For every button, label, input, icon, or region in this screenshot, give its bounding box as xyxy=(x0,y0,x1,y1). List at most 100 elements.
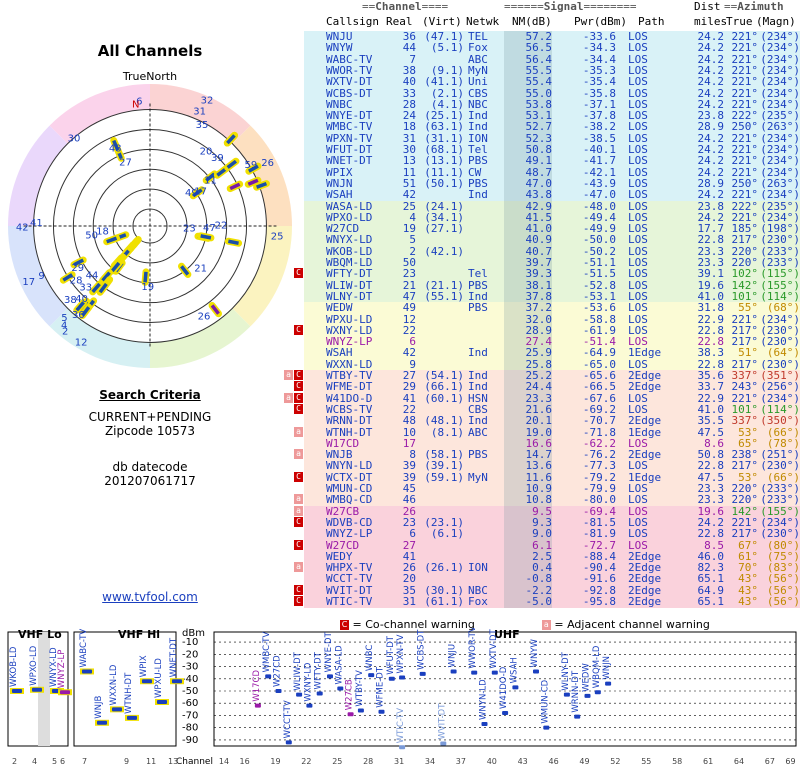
table-row: WTIC-TV 31 (61.1) Fox -5.0 -95.8 2Edge 65.1 43° (… xyxy=(294,595,800,608)
uhf-channel-tick: 49 xyxy=(579,757,589,766)
polar-channel-label: 42 xyxy=(16,222,29,233)
y-tick-label: -10 xyxy=(182,637,198,648)
signal-bar xyxy=(574,714,581,719)
table-row: WXTV-DT 40 (41.1) Uni 55.4 -35.4 LOS 24.2 221° (2… xyxy=(304,76,800,89)
table-row: WPXU-LD 12 32.0 -58.8 LOS 22.9 221° (234°) xyxy=(304,313,800,326)
cell-net: Ind xyxy=(468,188,488,202)
co-channel-warning-icon: C xyxy=(294,381,303,392)
signal-bar xyxy=(142,679,152,684)
station-label: WPXU-LD xyxy=(154,658,164,698)
polar-channel-label: 50 xyxy=(85,230,98,241)
y-tick-label: -20 xyxy=(182,649,198,660)
uhf-channel-tick: 64 xyxy=(734,757,744,766)
header-signal-group: ======Signal======== xyxy=(504,0,637,13)
table-row: WHPX-TV 26 (26.1) ION 0.4 -90.4 2Edge 82.3 70° (8… xyxy=(294,562,800,575)
signal-bar xyxy=(265,674,272,679)
station-label: WEDW xyxy=(582,663,592,692)
signal-bar xyxy=(327,674,333,679)
uhf-channel-tick: 52 xyxy=(610,757,620,766)
table-row: WTNH-DT 10 (8.1) ABC 19.0 -71.8 1Edge 47.5 53° (6… xyxy=(294,425,800,439)
table-row: WCBS-TV 22 CBS 21.6 -69.2 LOS 41.0 101° (114°) C xyxy=(294,403,800,416)
co-channel-warning-icon: C xyxy=(294,268,303,279)
db-value: 201207061717 xyxy=(104,474,196,488)
station-label: WLNY-DT xyxy=(561,651,571,690)
uhf-channel-tick: 31 xyxy=(394,757,404,766)
table-row: WMBQ-CD 46 10.8 -80.0 LOS 23.3 220° (233°) a xyxy=(294,494,800,507)
station-label: W27CB xyxy=(345,679,355,710)
table-row: WFUT-DT 30 (68.1) Tel 50.8 -40.1 LOS 24.2 221° (2… xyxy=(304,144,800,156)
station-label: WTNH-DT xyxy=(124,672,134,714)
col-callsign: Callsign xyxy=(326,15,379,28)
polar-channel-label: 49 xyxy=(185,188,198,199)
adjacent-channel-warning-icon: a xyxy=(284,392,293,403)
co-channel-warning-icon: C xyxy=(294,539,303,550)
polar-channel-label: 48 xyxy=(109,143,122,154)
cell-virt: (5.1) xyxy=(430,41,464,55)
table-row: W27CD 19 (27.1) 41.0 -49.9 LOS 17.7 185° (198°) xyxy=(304,223,800,236)
signal-bar xyxy=(296,692,303,697)
table-row: W41DO-D 41 (60.1) HSN 23.3 -67.6 LOS 22.9 221° (2… xyxy=(284,391,800,405)
table-row: WKOB-LD 2 (42.1) 40.7 -50.2 LOS 23.3 220° (233°) xyxy=(304,245,800,258)
station-label: WNYN-LD xyxy=(479,679,489,720)
table-row: WCBS-DT 33 (2.1) CBS 55.0 -35.8 LOS 24.2 221° (23… xyxy=(304,87,800,100)
signal-bar xyxy=(399,675,406,680)
vhf-lo-channel-tick: 5 xyxy=(52,757,57,766)
signal-bar xyxy=(368,673,375,678)
signal-bar xyxy=(306,703,313,708)
table-row: WCTX-DT 39 (59.1) MyN 11.6 -79.2 1Edge 47.5 53°(… xyxy=(294,470,800,484)
co-channel-warning-icon: C xyxy=(294,471,303,482)
cell-mag: (56°) xyxy=(766,595,800,608)
station-label: WFTY-DT xyxy=(314,651,324,689)
adjacent-channel-warning-icon: a xyxy=(284,370,293,380)
col-pwr: Pwr(dBm) xyxy=(574,15,627,28)
page-title: All Channels xyxy=(97,42,203,60)
signal-bar xyxy=(60,690,70,695)
tvfool-link[interactable]: www.tvfool.com xyxy=(0,590,300,604)
adjacent-channel-warning-icon: a xyxy=(294,562,303,573)
uhf-channel-tick: 58 xyxy=(672,757,682,766)
polar-channel-label: 2 xyxy=(62,327,68,338)
cell-virt: (55.1) xyxy=(424,289,464,303)
table-row: WPXO-LD 4 (34.1) 41.5 -49.4 LOS 24.2 221° (234°) xyxy=(304,211,800,224)
table-row: WNYN-LD 39 (39.1) 13.6 -77.3 LOS 22.8 217° (230°… xyxy=(304,460,800,473)
table-row: W17CD 17 16.6 -62.2 LOS 8.6 65° (78°) xyxy=(304,437,800,450)
signal-bar xyxy=(127,715,137,720)
table-row: WASA-LD 25 (24.1) 42.9 -48.0 LOS 23.8 222° (235°… xyxy=(304,200,800,213)
table-row: WBQM-LD 50 39.7 -51.1 LOS 23.3 220° (233°) xyxy=(304,257,800,269)
station-label: WMBC-TV xyxy=(262,631,272,672)
co-channel-warning-icon: C xyxy=(294,403,303,414)
table-row: WNBC 28 (4.1) NBC 53.8 -37.1 LOS 24.2 221° (234°) xyxy=(304,98,800,111)
adjacent-channel-warning-icon: a xyxy=(294,505,303,516)
uhf-channel-tick: 43 xyxy=(518,757,528,766)
station-label: WXXN-LD xyxy=(109,664,119,705)
cell-virt: (8.1) xyxy=(430,425,464,439)
vhf-lo-channel-tick: 2 xyxy=(12,757,17,766)
cell-path: 2Edge xyxy=(628,595,662,608)
co-channel-warning-icon: C xyxy=(294,324,303,335)
polar-channel-label: 30 xyxy=(68,134,81,145)
uhf-channel-tick: 40 xyxy=(487,757,497,766)
signal-bar xyxy=(399,745,406,750)
uhf-channel-tick: 46 xyxy=(549,757,559,766)
station-label: WNYZ-LP xyxy=(57,650,67,689)
cell-net: PBS xyxy=(468,301,488,315)
station-label: WPXN-TV xyxy=(396,634,406,673)
polar-channel-label: 9 xyxy=(38,271,44,282)
cell-virt: (59.1) xyxy=(424,470,464,484)
station-label: W27CD xyxy=(273,655,283,687)
cell-virt: (60.1) xyxy=(424,391,464,405)
table-row: WPIX 11 (11.1) CW 48.7 -42.1 LOS 24.2 221° (234°) xyxy=(304,166,800,179)
station-label: WSAH xyxy=(509,657,519,683)
vhf-lo-channel-tick: 4 xyxy=(32,757,37,766)
polar-channel-label: 29 xyxy=(71,263,84,274)
station-label: WXNY-LD xyxy=(303,662,313,702)
station-label: W41DO-D xyxy=(499,666,509,709)
station-label: WXTV-DT xyxy=(489,628,499,668)
polar-channel-label: 23 xyxy=(183,224,196,235)
table-row: WWOR-TV 38 (9.1) MyN 55.5 -35.3 LOS 24.2 221° (23… xyxy=(304,64,800,77)
table-row: W27CB 26 9.5 -69.4 LOS 19.6 142° (155°) a xyxy=(294,505,800,518)
table-row: WNYE-DT 24 (25.1) Ind 53.1 -37.8 LOS 23.8 222° (2… xyxy=(304,110,800,123)
station-label: WRNN-DT xyxy=(571,670,581,713)
polar-channel-label: 17 xyxy=(22,277,35,288)
signal-bar xyxy=(543,725,550,730)
